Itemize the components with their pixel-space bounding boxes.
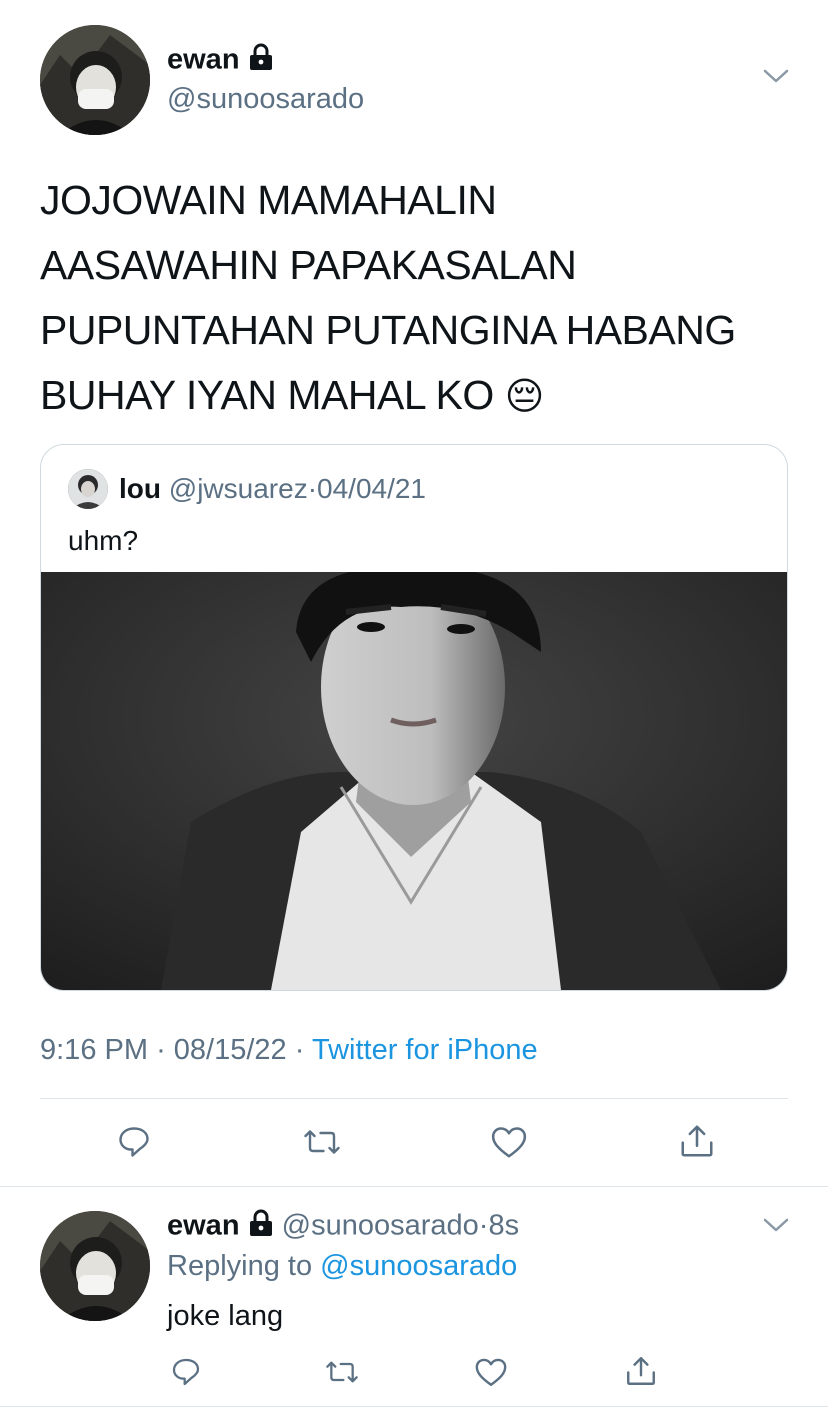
tweet-text-line-4: BUHAY IYAN MAHAL KO (40, 372, 494, 418)
share-icon[interactable] (624, 1354, 658, 1393)
lock-icon (248, 43, 274, 79)
tweet-text-line: BUHAY IYAN MAHAL KO 😔 (40, 363, 800, 430)
reply-author-handle[interactable]: @sunoosarado (282, 1210, 479, 1242)
separator-dot: · (156, 1034, 166, 1066)
divider (0, 1186, 828, 1187)
tweet-date: 08/15/22 (173, 1034, 287, 1066)
tweet-text-line: AASAWAHIN PAPAKASALAN (40, 242, 577, 288)
chevron-down-icon[interactable] (763, 68, 789, 89)
quoted-tweet-photo[interactable] (41, 566, 787, 990)
separator-dot: · (307, 473, 318, 504)
separator-dot: · (478, 1209, 489, 1242)
replying-prefix: Replying to (167, 1250, 313, 1282)
reply-time: 8s (488, 1209, 520, 1242)
replying-to-link[interactable]: @sunoosarado (320, 1250, 517, 1282)
heart-icon[interactable] (490, 1124, 528, 1165)
tweet-meta: 9:16 PM · 08/15/22 · Twitter for iPhone (40, 1034, 538, 1067)
replying-to: Replying to @sunoosarado (167, 1250, 517, 1283)
quoted-author-name: lou (119, 473, 161, 504)
reply-text: joke lang (167, 1300, 284, 1332)
quoted-tweet-card[interactable]: lou @jwsuarez·04/04/21 uhm? (40, 444, 788, 991)
heart-icon[interactable] (474, 1356, 508, 1393)
reply-header: ewan @sunoosarado·8s (167, 1209, 519, 1245)
retweet-icon[interactable] (324, 1356, 360, 1393)
divider (0, 1406, 828, 1407)
retweet-icon[interactable] (302, 1124, 342, 1165)
tweet-text-line: JOJOWAIN MAMAHALIN (40, 177, 497, 223)
main-author-handle[interactable]: @sunoosarado (167, 83, 364, 116)
author-name-text: ewan (167, 43, 240, 76)
main-author-name[interactable]: ewan (167, 43, 274, 79)
divider (40, 1098, 788, 1099)
tweet-text-line: PUPUNTAHAN PUTANGINA HABANG (40, 307, 736, 353)
lock-icon (248, 1209, 274, 1245)
reply-author-name[interactable]: ewan (167, 1210, 240, 1242)
quoted-tweet-header: lou @jwsuarez·04/04/21 (119, 473, 426, 505)
share-icon[interactable] (678, 1122, 716, 1165)
tweet-text: JOJOWAIN MAMAHALIN AASAWAHIN PAPAKASALAN… (40, 168, 800, 430)
quoted-date: 04/04/21 (317, 473, 427, 504)
pensive-face-emoji: 😔 (504, 376, 545, 418)
quoted-author-handle: @jwsuarez (168, 473, 308, 504)
quoted-tweet-text: uhm? (68, 525, 139, 556)
main-author-avatar[interactable] (40, 25, 150, 135)
quoted-author-avatar (68, 469, 108, 509)
tweet-source-link[interactable]: Twitter for iPhone (312, 1034, 538, 1066)
reply-author-avatar[interactable] (40, 1211, 150, 1321)
reply-icon[interactable] (170, 1356, 202, 1393)
reply-icon[interactable] (116, 1124, 152, 1165)
separator-dot: · (294, 1034, 305, 1066)
chevron-down-icon[interactable] (763, 1217, 789, 1238)
tweet-time: 9:16 PM (40, 1034, 148, 1066)
